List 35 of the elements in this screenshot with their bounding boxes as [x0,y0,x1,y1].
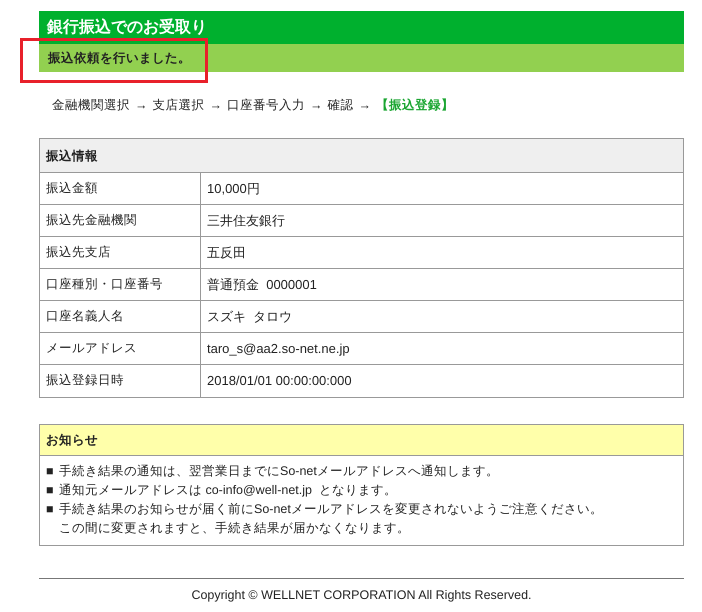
arrow-separator: → [135,96,148,114]
field-label: 振込登録日時 [40,365,201,397]
arrow-separator: → [210,96,222,114]
field-value: 2018/01/01 00:00:00:000 [206,372,353,390]
field-value: taro_s@aa2.so-net.ne.jp [206,340,351,358]
breadcrumb-step: 確認 [328,96,354,114]
field-label: メールアドレス [40,333,201,364]
notice-text: 通知元メールアドレスは co-info@well-net.jp となります。 [59,482,397,499]
notice-text: この間に変更されますと、手続き結果が届かなくなります。 [59,520,410,537]
field-label: 口座名義人名 [40,301,201,332]
field-value: 普通預金 0000001 [206,276,318,294]
arrow-separator: → [310,96,322,114]
field-value: 10,000円 [206,180,261,198]
notice-text: 手続き結果のお知らせが届く前にSo-netメールアドレスを変更されないようご注意ください。 [59,501,603,518]
field-value: 五反田 [206,244,247,262]
status-message: 振込依頼を行いました。 [39,44,684,72]
field-label: 振込金額 [40,173,201,204]
breadcrumb-step: 金融機関選択 [52,96,130,114]
field-value: 三井住友銀行 [206,212,286,230]
breadcrumb-step: 【振込登録】 [376,96,454,114]
table-header: 振込情報 [40,139,683,173]
breadcrumb-step: 支店選択 [152,96,204,114]
notice-text: 手続き結果の通知は、翌営業日までにSo-netメールアドレスへ通知します。 [59,463,499,480]
page-title: 銀行振込でのお受取り [39,11,684,44]
field-value: スズキ タロウ [206,308,294,326]
notice-header: お知らせ [40,425,683,456]
bullet-mark: ■ [46,501,55,518]
bullet-mark: ■ [46,482,55,499]
bullet-mark: ■ [46,463,55,480]
breadcrumb-step: 口座番号入力 [227,96,305,114]
field-label: 振込先支店 [40,237,201,268]
arrow-separator: → [358,96,371,114]
field-label: 口座種別・口座番号 [40,269,201,300]
field-label: 振込先金融機関 [40,205,201,236]
copyright-text: Copyright © WELLNET CORPORATION All Rights Reserved. [191,587,532,604]
